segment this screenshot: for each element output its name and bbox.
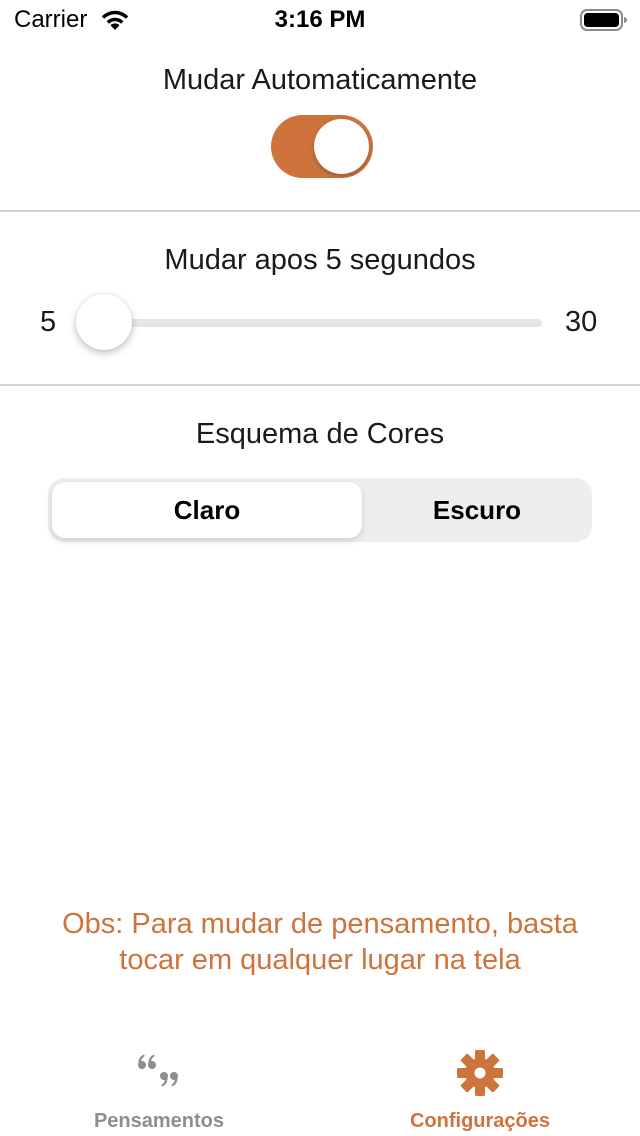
- status-bar: Carrier 3:16 PM: [0, 0, 640, 40]
- status-time: 3:16 PM: [274, 6, 366, 33]
- toggle-knob: [314, 119, 369, 174]
- tab-label: Configurações: [409, 1110, 551, 1132]
- segment-escuro[interactable]: Escuro: [366, 482, 588, 538]
- auto-change-toggle[interactable]: [271, 115, 373, 178]
- color-scheme-label: Esquema de Cores: [195, 418, 445, 450]
- segment-claro[interactable]: Claro: [52, 482, 362, 538]
- slider-max-label: 30: [565, 306, 598, 338]
- interval-slider-track[interactable]: [104, 319, 542, 327]
- tab-pensamentos[interactable]: Pensamentos: [59, 1046, 259, 1133]
- auto-change-label: Mudar Automaticamente: [162, 64, 478, 96]
- battery-icon: [580, 9, 627, 31]
- interval-slider-thumb[interactable]: [76, 294, 132, 350]
- tab-label: Pensamentos: [93, 1110, 225, 1132]
- tab-configuracoes[interactable]: Configurações: [380, 1046, 580, 1133]
- gear-icon: [457, 1050, 503, 1096]
- color-scheme-segmented-control: Claro Escuro: [48, 478, 592, 542]
- divider: [0, 384, 640, 386]
- divider: [0, 210, 640, 212]
- slider-min-label: 5: [40, 306, 57, 338]
- hint-note: Obs: Para mudar de pensamento, basta toc…: [62, 908, 578, 976]
- interval-label: Mudar apos 5 segundos: [164, 244, 476, 276]
- quote-icon: [138, 1054, 178, 1087]
